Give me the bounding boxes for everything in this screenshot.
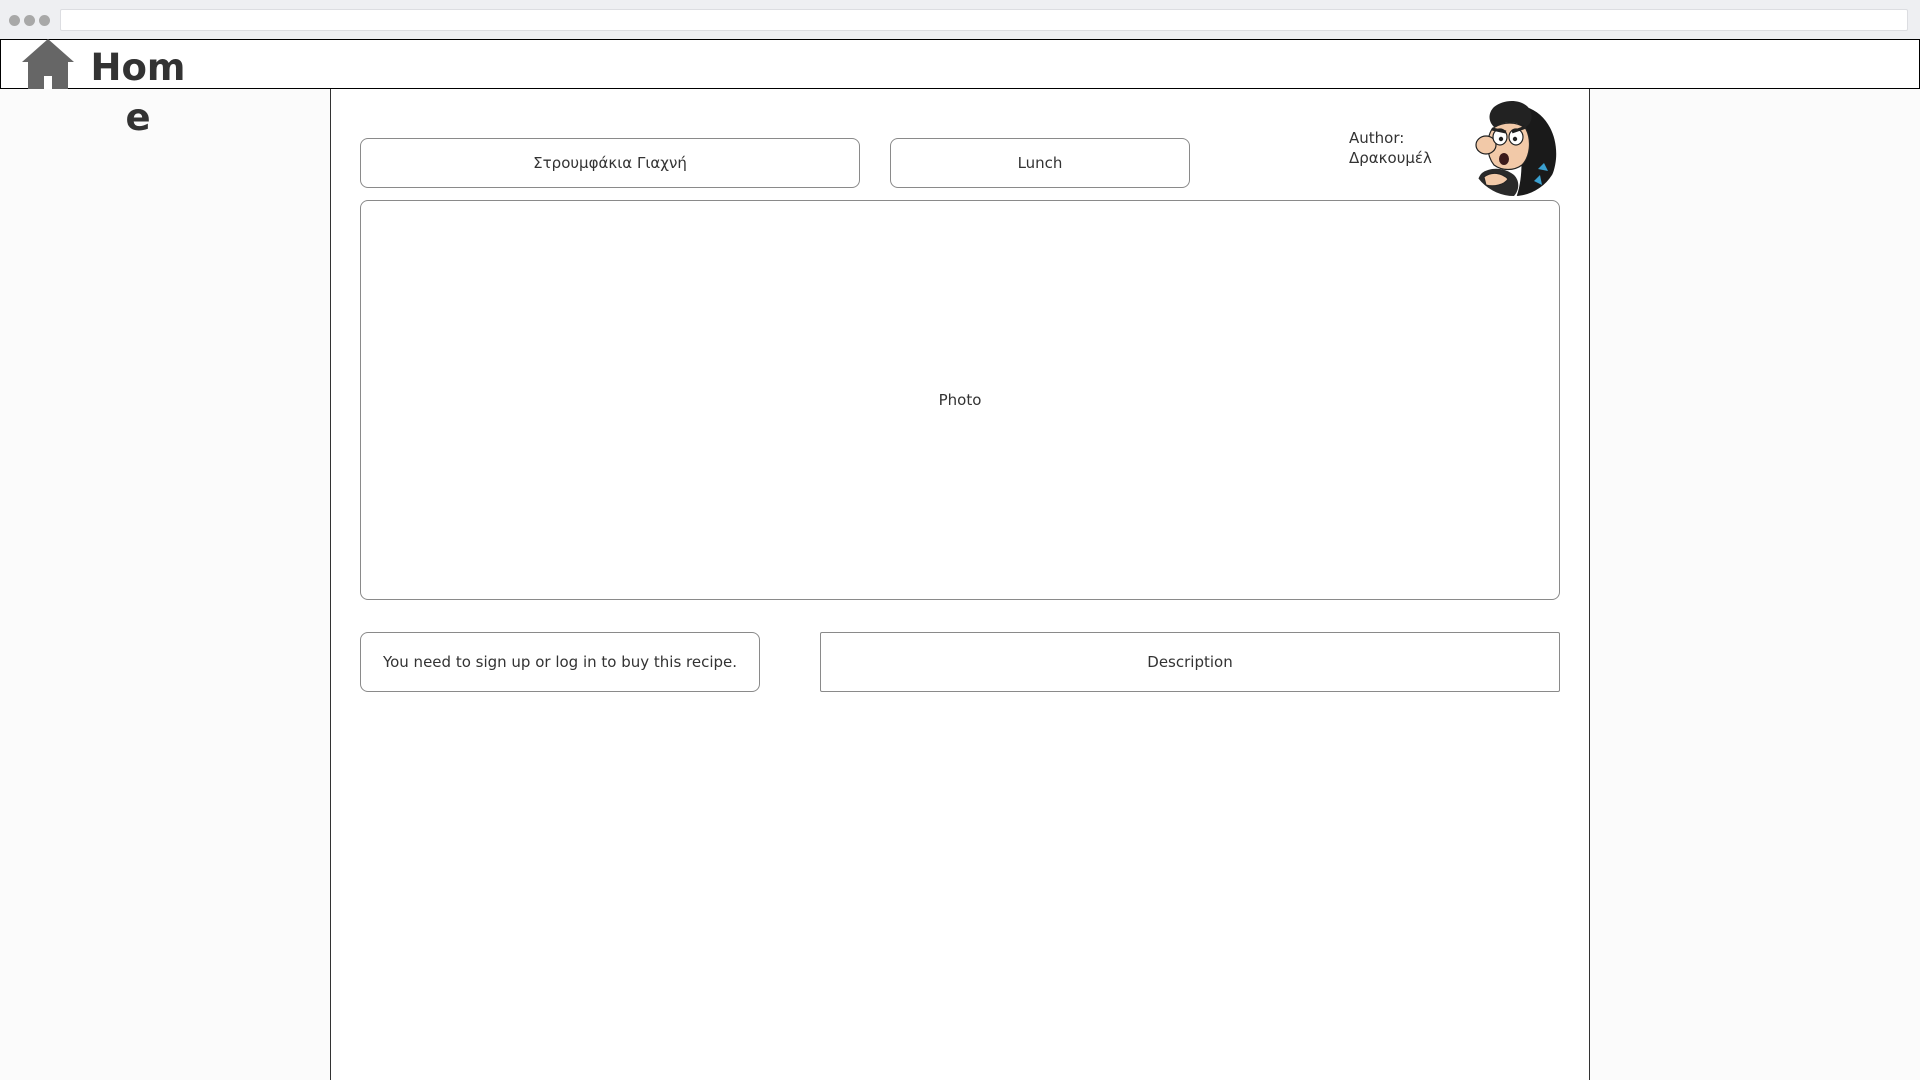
recipe-photo-label: Photo <box>938 391 982 409</box>
home-icon[interactable] <box>22 39 74 89</box>
recipe-description-label: Description <box>1147 653 1233 671</box>
header-bar <box>0 39 1920 89</box>
window-dot-icon[interactable] <box>24 15 35 26</box>
recipe-description: Description <box>820 632 1560 692</box>
recipe-category-text: Lunch <box>1017 154 1063 172</box>
recipe-name-field: Στρουμφάκια Γιαχνή <box>360 138 860 188</box>
address-bar[interactable] <box>60 9 1908 31</box>
author-avatar[interactable] <box>1464 99 1560 198</box>
window-dot-icon[interactable] <box>39 15 50 26</box>
recipe-photo: Photo <box>360 200 1560 600</box>
login-notice-text: You need to sign up or log in to buy thi… <box>382 653 738 671</box>
recipe-category-field: Lunch <box>890 138 1190 188</box>
page-title[interactable]: Home <box>88 43 188 143</box>
window-dot-icon[interactable] <box>9 15 20 26</box>
browser-chrome <box>0 0 1920 39</box>
login-notice: You need to sign up or log in to buy thi… <box>360 632 760 692</box>
recipe-name-text: Στρουμφάκια Γιαχνή <box>533 154 687 172</box>
author-label: Author: Δρακουμέλ <box>1349 129 1432 167</box>
